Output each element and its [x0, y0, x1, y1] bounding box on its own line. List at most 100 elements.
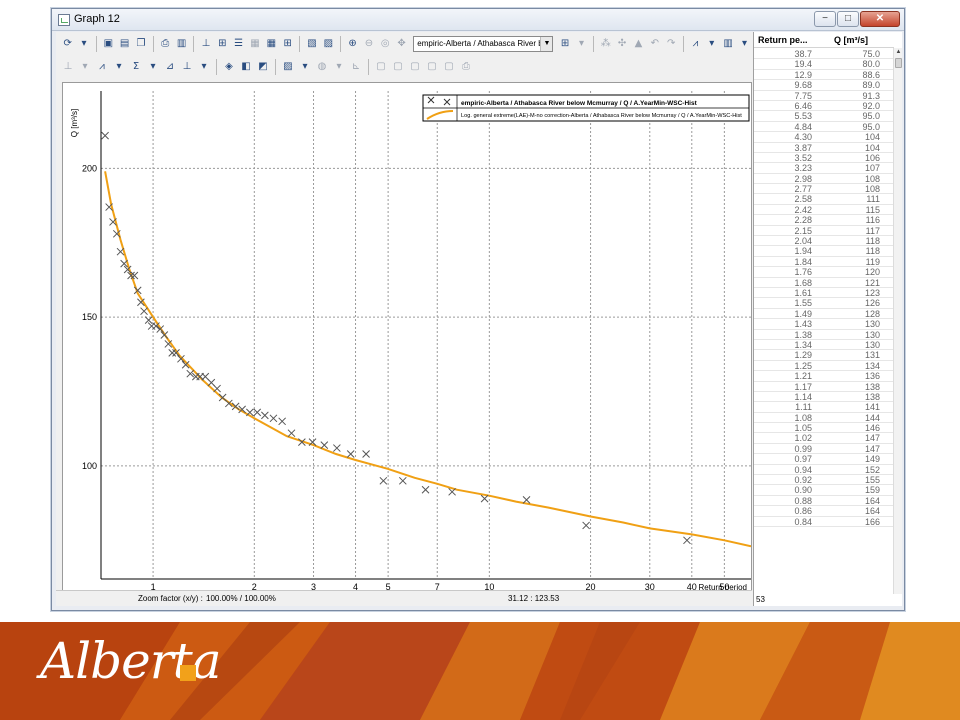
- table-row[interactable]: 0.97 149: [754, 454, 894, 465]
- empirical-point[interactable]: [101, 131, 109, 140]
- chart-svg[interactable]: 1 2 3 4 5 7 10 20 30 40 50100150200Q [m³/s]Return …: [63, 83, 751, 596]
- maximize-button[interactable]: □: [837, 11, 859, 27]
- page-last-icon[interactable]: ▢: [424, 59, 440, 75]
- page-first-icon[interactable]: ▢: [373, 59, 389, 75]
- table-row[interactable]: 1.29 131: [754, 350, 894, 361]
- empirical-point[interactable]: [116, 247, 125, 256]
- table-row[interactable]: 12.9 88.6: [754, 70, 894, 81]
- column-header-return-period[interactable]: Return pe...: [754, 32, 826, 47]
- dropdown-arrow-icon[interactable]: ▾: [76, 36, 91, 52]
- trend-icon[interactable]: ⊿: [162, 59, 178, 75]
- empirical-point[interactable]: [207, 378, 216, 387]
- dropdown-arrow-icon[interactable]: ▾: [77, 59, 93, 75]
- table-row[interactable]: 1.17 138: [754, 382, 894, 392]
- table-row[interactable]: 1.43 130: [754, 319, 894, 330]
- dropdown-arrow-icon[interactable]: ▾: [145, 59, 161, 75]
- table-row[interactable]: 5.53 95.0: [754, 111, 894, 122]
- empirical-point[interactable]: [261, 411, 269, 420]
- dropdown-arrow-icon[interactable]: ▾: [297, 59, 313, 75]
- split-view-icon[interactable]: ▨: [321, 36, 336, 52]
- scatter-icon[interactable]: ⁂: [598, 36, 613, 52]
- print-small-icon[interactable]: ⎙: [458, 59, 474, 75]
- empirical-point[interactable]: [398, 476, 407, 485]
- table-row[interactable]: 2.28 116: [754, 215, 894, 226]
- table-row[interactable]: 2.04 118: [754, 236, 894, 247]
- table-row[interactable]: 7.75 91.3: [754, 91, 894, 101]
- save-as-icon[interactable]: ▤: [117, 36, 132, 52]
- page-prev-icon[interactable]: ▢: [390, 59, 406, 75]
- chart-type-icon[interactable]: ▨: [280, 59, 296, 75]
- chart-plot-area[interactable]: 1 2 3 4 5 7 10 20 30 40 50 100 150 200 Q [m³/s] Return …: [62, 82, 752, 597]
- table-row[interactable]: 0.86 164: [754, 506, 894, 517]
- table-row[interactable]: 0.94 152: [754, 465, 894, 476]
- undo-icon[interactable]: ↶: [647, 36, 662, 52]
- table-row[interactable]: 0.84 166: [754, 517, 894, 527]
- table-row[interactable]: 1.25 134: [754, 361, 894, 372]
- table-row[interactable]: 2.15 117: [754, 226, 894, 237]
- empirical-point[interactable]: [522, 495, 531, 504]
- empirical-point[interactable]: [278, 417, 287, 426]
- table-row[interactable]: 0.90 159: [754, 485, 894, 496]
- bar-chart-icon[interactable]: ▥: [720, 36, 735, 52]
- close-button[interactable]: ✕: [860, 11, 900, 27]
- ruler-icon[interactable]: ⊾: [348, 59, 364, 75]
- column-header-q[interactable]: Q [m³/s]: [826, 32, 894, 47]
- export-icon[interactable]: ▦: [247, 36, 262, 52]
- empirical-point[interactable]: [218, 393, 227, 402]
- table-row[interactable]: 1.05 146: [754, 423, 894, 434]
- line-chart-icon[interactable]: ⩘: [688, 36, 703, 52]
- table-row[interactable]: 2.77 108: [754, 184, 894, 195]
- globe-icon[interactable]: ◍: [314, 59, 330, 75]
- print-preview-icon[interactable]: ▥: [174, 36, 189, 52]
- table-row[interactable]: 38.7 75.0: [754, 49, 894, 60]
- table-row[interactable]: 0.88 164: [754, 496, 894, 507]
- dropdown-arrow-icon[interactable]: ▾: [331, 59, 347, 75]
- add-series-icon[interactable]: ⊞: [557, 36, 572, 52]
- table-row[interactable]: 2.98 108: [754, 174, 894, 185]
- table-scrollbar[interactable]: ▲: [893, 48, 902, 594]
- empirical-point[interactable]: [140, 307, 148, 316]
- table-row[interactable]: 1.94 118: [754, 246, 894, 257]
- zoom-reset-icon[interactable]: ◎: [378, 36, 393, 52]
- dropdown-arrow-icon[interactable]: ▾: [111, 59, 127, 75]
- move-icon[interactable]: ✣: [614, 36, 629, 52]
- axis-icon[interactable]: ⊥: [179, 59, 195, 75]
- brush-icon[interactable]: ▲: [631, 36, 646, 52]
- pan-icon[interactable]: ✥: [394, 36, 409, 52]
- fitted-curve[interactable]: [104, 171, 751, 548]
- table-row[interactable]: 1.55 126: [754, 298, 894, 309]
- axis-format-icon[interactable]: ⊥: [60, 59, 76, 75]
- empirical-point[interactable]: [269, 414, 278, 423]
- empirical-point[interactable]: [448, 487, 456, 496]
- table-row[interactable]: 3.52 106: [754, 153, 894, 164]
- layers-icon[interactable]: ◈: [221, 59, 237, 75]
- scroll-up-icon[interactable]: ▲: [894, 48, 902, 57]
- grid-icon[interactable]: ⊞: [280, 36, 295, 52]
- table-row[interactable]: 3.87 104: [754, 143, 894, 153]
- table-icon[interactable]: ▦: [264, 36, 279, 52]
- empirical-point[interactable]: [480, 494, 489, 503]
- empirical-point[interactable]: [379, 476, 388, 485]
- table-row[interactable]: 0.92 155: [754, 475, 894, 486]
- dropdown-arrow-icon[interactable]: ▾: [574, 36, 589, 52]
- save-icon[interactable]: ▣: [101, 36, 116, 52]
- table-row[interactable]: 1.11 141: [754, 402, 894, 413]
- refresh-icon[interactable]: ⟳: [60, 36, 75, 52]
- table-row[interactable]: 2.42 115: [754, 205, 894, 216]
- table-row[interactable]: 1.68 121: [754, 278, 894, 288]
- table-row[interactable]: 9.68 89.0: [754, 80, 894, 91]
- table-row[interactable]: 3.23 107: [754, 163, 894, 174]
- table-row[interactable]: 6.46 92.0: [754, 101, 894, 112]
- chevron-down-icon[interactable]: ▼: [540, 37, 553, 51]
- table-row[interactable]: 1.21 136: [754, 371, 894, 382]
- axis-settings-icon[interactable]: ⊥: [198, 36, 213, 52]
- table-row[interactable]: 1.02 147: [754, 433, 894, 444]
- chart-view-icon[interactable]: ▧: [304, 36, 319, 52]
- table-row[interactable]: 1.38 130: [754, 330, 894, 340]
- scroll-thumb[interactable]: [895, 58, 902, 68]
- color-icon[interactable]: ◩: [255, 59, 271, 75]
- table-row[interactable]: 1.49 128: [754, 309, 894, 320]
- empirical-point[interactable]: [362, 450, 370, 458]
- dropdown-arrow-icon[interactable]: ▾: [737, 36, 752, 52]
- table-row[interactable]: 1.34 130: [754, 340, 894, 351]
